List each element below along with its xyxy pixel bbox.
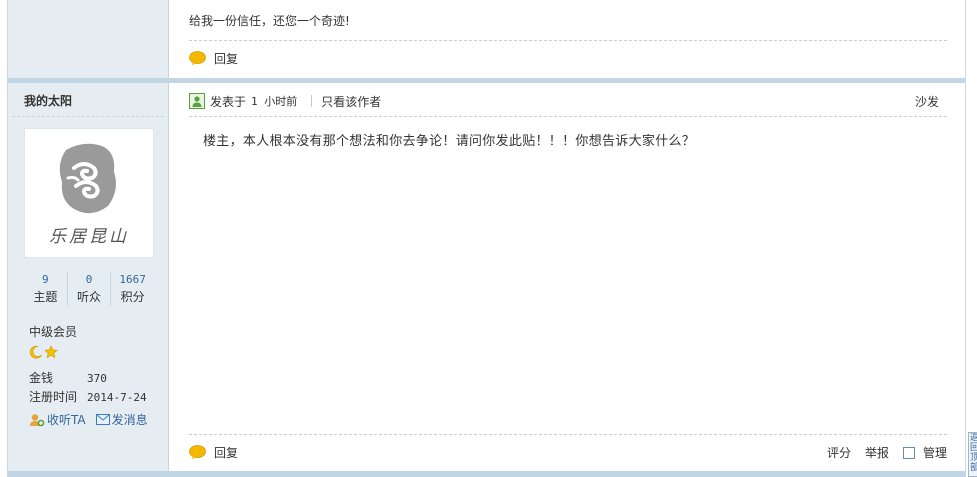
reply-label: 回复 bbox=[214, 52, 239, 66]
moon-icon bbox=[29, 345, 42, 359]
reply-button[interactable]: 回复 bbox=[189, 50, 238, 67]
avatar[interactable]: 乐居昆山 bbox=[24, 128, 154, 258]
post-previous-sidebar bbox=[8, 0, 169, 78]
info-label: 金钱 bbox=[29, 371, 54, 385]
post-reply: 我的太阳 乐居昆山 9 主题 0 听众 1667 积分 中级会员 金钱 370 … bbox=[8, 83, 965, 471]
member-level[interactable]: 中级会员 bbox=[29, 323, 77, 340]
post-previous-content: 给我一份信任，还您一个奇迹! 回复 bbox=[169, 0, 965, 78]
back-to-top-button[interactable]: 返回顶部 bbox=[968, 432, 977, 477]
stat-threads[interactable]: 9 主题 bbox=[24, 271, 68, 306]
stat-label: 主题 bbox=[33, 290, 58, 304]
info-register-date: 注册时间 2014-7-24 bbox=[29, 388, 147, 407]
manage-label: 管理 bbox=[922, 446, 947, 460]
envelope-icon bbox=[95, 414, 110, 425]
rate-button[interactable]: 评分 bbox=[827, 444, 851, 461]
divider bbox=[189, 116, 947, 117]
post-actions: 评分 举报 管理 bbox=[827, 444, 947, 461]
posted-label: 发表于 bbox=[210, 94, 247, 109]
stat-value: 9 bbox=[42, 273, 49, 286]
stat-value: 0 bbox=[85, 273, 93, 286]
post-content: 发表于 1 小时前 只看该作者 沙发 楼主，本人根本没有那个想法和你去争论！请问… bbox=[169, 83, 965, 471]
post-separator bbox=[8, 471, 965, 477]
avatar-brand-text: 乐居昆山 bbox=[49, 226, 129, 247]
stat-followers[interactable]: 0 听众 bbox=[68, 271, 112, 306]
posted-time: 1 小时前 bbox=[251, 95, 298, 108]
reply-bubble-icon bbox=[189, 51, 206, 66]
manage-checkbox[interactable] bbox=[902, 446, 915, 459]
reply-button[interactable]: 回复 bbox=[189, 444, 238, 461]
stat-label: 积分 bbox=[120, 290, 145, 304]
post-header: 发表于 1 小时前 只看该作者 沙发 bbox=[189, 91, 947, 111]
only-author-link[interactable]: 只看该作者 bbox=[321, 93, 381, 110]
signature-text: 给我一份信任，还您一个奇迹! bbox=[189, 14, 350, 28]
star-icon bbox=[44, 345, 58, 359]
author-actions: 收听TA 发消息 bbox=[29, 411, 148, 428]
author-username[interactable]: 我的太阳 bbox=[24, 92, 72, 109]
author-info: 金钱 370 注册时间 2014-7-24 bbox=[29, 369, 147, 407]
post-previous: 给我一份信任，还您一个奇迹! 回复 bbox=[8, 0, 965, 78]
stat-points[interactable]: 1667 积分 bbox=[111, 271, 154, 306]
follow-label: 收听TA bbox=[47, 413, 86, 427]
manage-control[interactable]: 管理 bbox=[902, 444, 947, 461]
divider bbox=[189, 434, 947, 435]
stat-label: 听众 bbox=[77, 290, 102, 304]
rank-icons bbox=[29, 345, 58, 359]
stat-value: 1667 bbox=[119, 273, 146, 286]
page-gutter-left bbox=[0, 0, 7, 477]
follow-user-icon bbox=[30, 413, 45, 426]
post-body: 楼主，本人根本没有那个想法和你去争论！请问你发此贴！！！你想告诉大家什么？ bbox=[203, 134, 696, 149]
author-sidebar: 我的太阳 乐居昆山 9 主题 0 听众 1667 积分 中级会员 金钱 370 … bbox=[8, 83, 169, 471]
divider bbox=[12, 116, 164, 117]
floor-number[interactable]: 沙发 bbox=[915, 93, 939, 110]
info-label: 注册时间 bbox=[29, 390, 78, 404]
divider bbox=[189, 40, 947, 41]
info-value: 370 bbox=[87, 372, 107, 385]
reply-bubble-icon bbox=[189, 445, 206, 460]
online-status-icon bbox=[189, 93, 205, 109]
follow-button[interactable]: 收听TA bbox=[29, 411, 86, 428]
info-money: 金钱 370 bbox=[29, 369, 147, 388]
thread-container: 给我一份信任，还您一个奇迹! 回复 我的太阳 乐居昆山 9 主题 0 听众 16… bbox=[7, 0, 966, 477]
author-stats: 9 主题 0 听众 1667 积分 bbox=[24, 271, 154, 306]
page-gutter-right bbox=[966, 0, 977, 477]
divider bbox=[311, 95, 313, 107]
send-message-label: 发消息 bbox=[111, 413, 148, 427]
info-value: 2014-7-24 bbox=[87, 391, 147, 404]
send-message-button[interactable]: 发消息 bbox=[95, 411, 148, 428]
reply-label: 回复 bbox=[214, 446, 239, 460]
report-button[interactable]: 举报 bbox=[865, 444, 889, 461]
posted-info: 发表于 1 小时前 bbox=[189, 93, 297, 110]
cloud-logo-icon bbox=[59, 143, 116, 213]
